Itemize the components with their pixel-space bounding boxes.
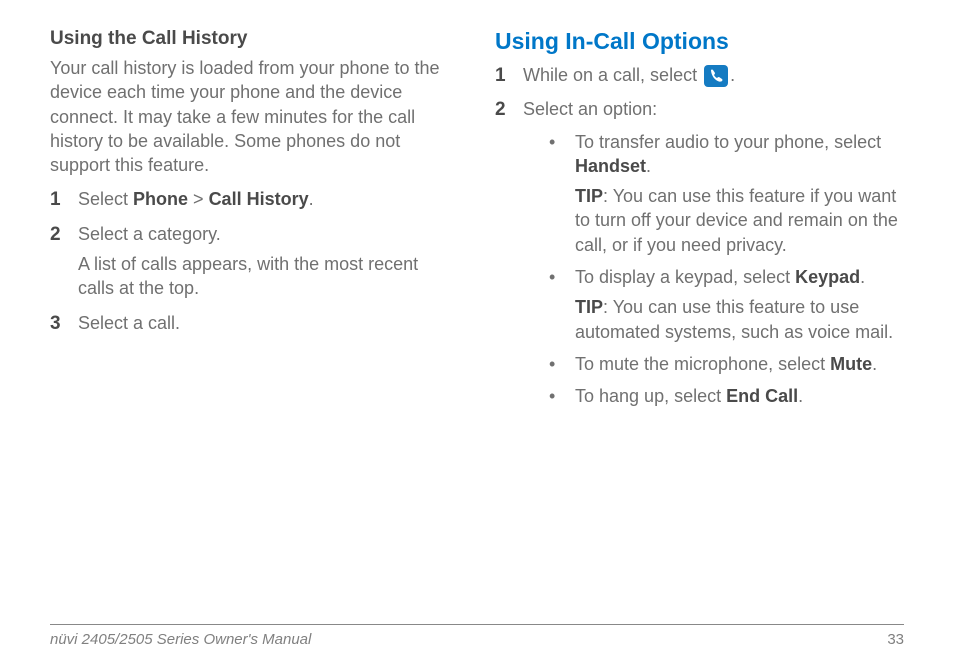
b4a: To hang up, select [575, 386, 726, 406]
step2-continuation: A list of calls appears, with the most r… [50, 252, 459, 301]
incall-step1-text: While on a call, select [523, 65, 702, 85]
tip2: TIP: You can use this feature to use aut… [575, 295, 904, 344]
tip2-text: : You can use this feature to use automa… [575, 297, 893, 341]
step-2: Select a category. [50, 222, 459, 246]
option-endcall: To hang up, select End Call. [549, 384, 904, 408]
step-3: Select a call. [50, 311, 459, 335]
phone-icon [704, 65, 728, 87]
incall-steps: While on a call, select . Select an opti… [495, 63, 904, 409]
incall-step2-text: Select an option: [523, 99, 657, 119]
tip2-label: TIP [575, 297, 603, 317]
incall-heading: Using In-Call Options [495, 28, 904, 55]
tip1-label: TIP [575, 186, 603, 206]
b4b: End Call [726, 386, 798, 406]
footer-title: nüvi 2405/2505 Series Owner's Manual [50, 631, 311, 648]
incall-step1-period: . [730, 65, 735, 85]
footer-page: 33 [887, 631, 904, 648]
step1-phone: Phone [133, 189, 188, 209]
step-1: Select Phone > Call History. [50, 187, 459, 211]
b2c: . [860, 267, 865, 287]
b1a: To transfer audio to your phone, select [575, 132, 881, 152]
tip1-text: : You can use this feature if you want t… [575, 186, 898, 255]
step1-callhistory: Call History [209, 189, 309, 209]
footer: nüvi 2405/2505 Series Owner's Manual 33 [50, 624, 904, 648]
step1-text-a: Select [78, 189, 133, 209]
tip1: TIP: You can use this feature if you wan… [575, 184, 904, 257]
option-handset: To transfer audio to your phone, select … [549, 130, 904, 257]
content-area: Using the Call History Your call history… [50, 28, 904, 419]
step1-text-e: . [309, 189, 314, 209]
option-mute: To mute the microphone, select Mute. [549, 352, 904, 376]
incall-step-2: Select an option: To transfer audio to y… [495, 97, 904, 408]
left-column: Using the Call History Your call history… [50, 28, 459, 419]
call-history-steps: Select Phone > Call History. Select a ca… [50, 187, 459, 246]
b1b: Handset [575, 156, 646, 176]
b4c: . [798, 386, 803, 406]
incall-options: To transfer audio to your phone, select … [523, 130, 904, 409]
call-history-intro: Your call history is loaded from your ph… [50, 56, 459, 177]
b3a: To mute the microphone, select [575, 354, 830, 374]
b3c: . [872, 354, 877, 374]
right-column: Using In-Call Options While on a call, s… [495, 28, 904, 419]
call-history-heading: Using the Call History [50, 28, 459, 50]
b2a: To display a keypad, select [575, 267, 795, 287]
incall-step-1: While on a call, select . [495, 63, 904, 87]
b2b: Keypad [795, 267, 860, 287]
step1-text-c: > [188, 189, 209, 209]
b1c: . [646, 156, 651, 176]
call-history-steps-cont: Select a call. [50, 311, 459, 335]
option-keypad: To display a keypad, select Keypad. TIP:… [549, 265, 904, 344]
b3b: Mute [830, 354, 872, 374]
